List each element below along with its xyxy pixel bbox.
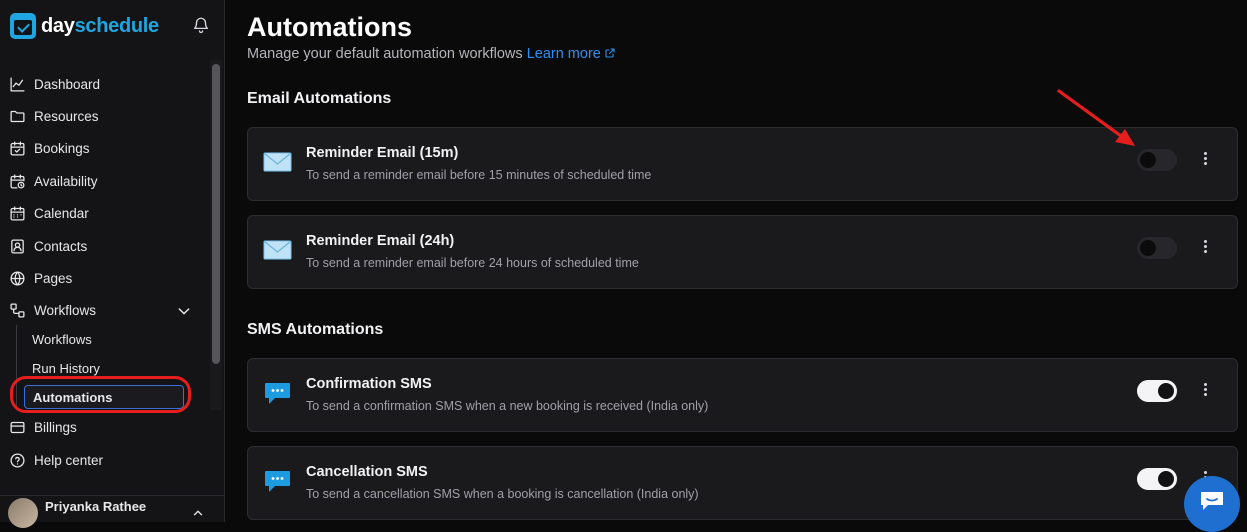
sidebar-item-resources[interactable]: Resources [0, 102, 210, 130]
sidebar: dayschedule Dashboard Resources Bookings… [0, 0, 225, 528]
card-icon [10, 421, 25, 433]
learn-more-link[interactable]: Learn more [527, 46, 616, 62]
enable-toggle[interactable] [1137, 380, 1177, 402]
sidebar-item-label: Availability [34, 173, 98, 189]
sidebar-item-label: Bookings [34, 140, 90, 156]
page-title: Automations [247, 12, 412, 42]
workflow-icon [10, 302, 25, 318]
sidebar-item-label: Pages [34, 270, 73, 286]
mail-icon [263, 240, 292, 260]
contact-icon [11, 238, 24, 254]
sidebar-item-label: Resources [34, 108, 99, 124]
avatar [8, 498, 38, 528]
section-title-sms: SMS Automations [247, 321, 384, 338]
external-link-icon [605, 48, 615, 58]
help-icon [10, 452, 25, 468]
card-description: To send a cancellation SMS when a bookin… [306, 487, 699, 501]
automation-card-cancellation-sms: Cancellation SMS To send a cancellation … [247, 446, 1238, 520]
more-options-icon[interactable] [1198, 238, 1212, 258]
chat-icon [1201, 492, 1223, 510]
sidebar-item-pages[interactable]: Pages [0, 264, 210, 292]
enable-toggle[interactable] [1137, 149, 1177, 171]
bell-icon[interactable] [192, 16, 210, 34]
sidebar-item-label: Contacts [34, 238, 88, 254]
more-options-icon[interactable] [1198, 150, 1212, 170]
chevron-down-icon[interactable] [176, 303, 192, 319]
sidebar-item-calendar[interactable]: Calendar [0, 199, 210, 227]
card-title: Reminder Email (15m) [306, 145, 459, 161]
chart-line-icon [10, 76, 25, 92]
sidebar-item-label: Help center [34, 452, 104, 468]
card-description: To send a reminder email before 15 minut… [306, 168, 652, 182]
sidebar-item-contacts[interactable]: Contacts [0, 232, 210, 260]
sidebar-item-dashboard[interactable]: Dashboard [0, 70, 210, 98]
annotation-arrow-icon [1057, 89, 1135, 146]
sidebar-item-label: Calendar [34, 205, 89, 221]
more-options-icon[interactable] [1198, 381, 1212, 401]
app-logo[interactable]: dayschedule [10, 12, 159, 40]
page-subtitle: Manage your default automation workflows… [247, 46, 616, 62]
sms-icon [265, 471, 290, 492]
enable-toggle[interactable] [1137, 468, 1177, 490]
sidebar-item-billings[interactable]: Billings [0, 413, 210, 441]
sms-icon [265, 383, 290, 404]
highlight-annotation [10, 376, 191, 413]
sidebar-scrollbar[interactable] [212, 64, 220, 364]
card-description: To send a reminder email before 24 hours… [306, 256, 639, 270]
chat-widget-button[interactable] [1184, 476, 1240, 532]
brand-name-part2: schedule [74, 14, 160, 37]
brand-name-part1: day [41, 14, 75, 37]
chevron-up-icon[interactable] [191, 506, 205, 520]
mail-icon [263, 152, 292, 172]
sidebar-item-availability[interactable]: Availability [0, 167, 210, 195]
calendar-icon [10, 205, 25, 221]
section-title-email: Email Automations [247, 90, 392, 107]
calendar-check-logo-icon [10, 13, 36, 39]
card-title: Cancellation SMS [306, 464, 428, 480]
card-description: To send a confirmation SMS when a new bo… [306, 399, 709, 413]
card-title: Confirmation SMS [306, 376, 432, 392]
sidebar-item-help-center[interactable]: Help center [0, 446, 210, 474]
folder-icon [10, 110, 25, 122]
sidebar-item-label: Workflows [34, 302, 97, 318]
sidebar-subitem-workflows[interactable]: Workflows [24, 327, 184, 351]
user-name: Priyanka Rathee [45, 498, 147, 514]
sidebar-item-bookings[interactable]: Bookings [0, 134, 210, 162]
globe-icon [10, 270, 25, 286]
sidebar-item-label: Billings [34, 419, 77, 435]
enable-toggle[interactable] [1137, 237, 1177, 259]
automation-card-reminder-24h: Reminder Email (24h) To send a reminder … [247, 215, 1238, 289]
calendar-check-icon [10, 140, 25, 156]
card-title: Reminder Email (24h) [306, 233, 455, 249]
sidebar-item-label: Dashboard [34, 76, 101, 92]
automation-card-confirmation-sms: Confirmation SMS To send a confirmation … [247, 358, 1238, 432]
calendar-clock-icon [10, 173, 25, 189]
user-menu[interactable]: Priyanka Rathee [0, 495, 225, 528]
